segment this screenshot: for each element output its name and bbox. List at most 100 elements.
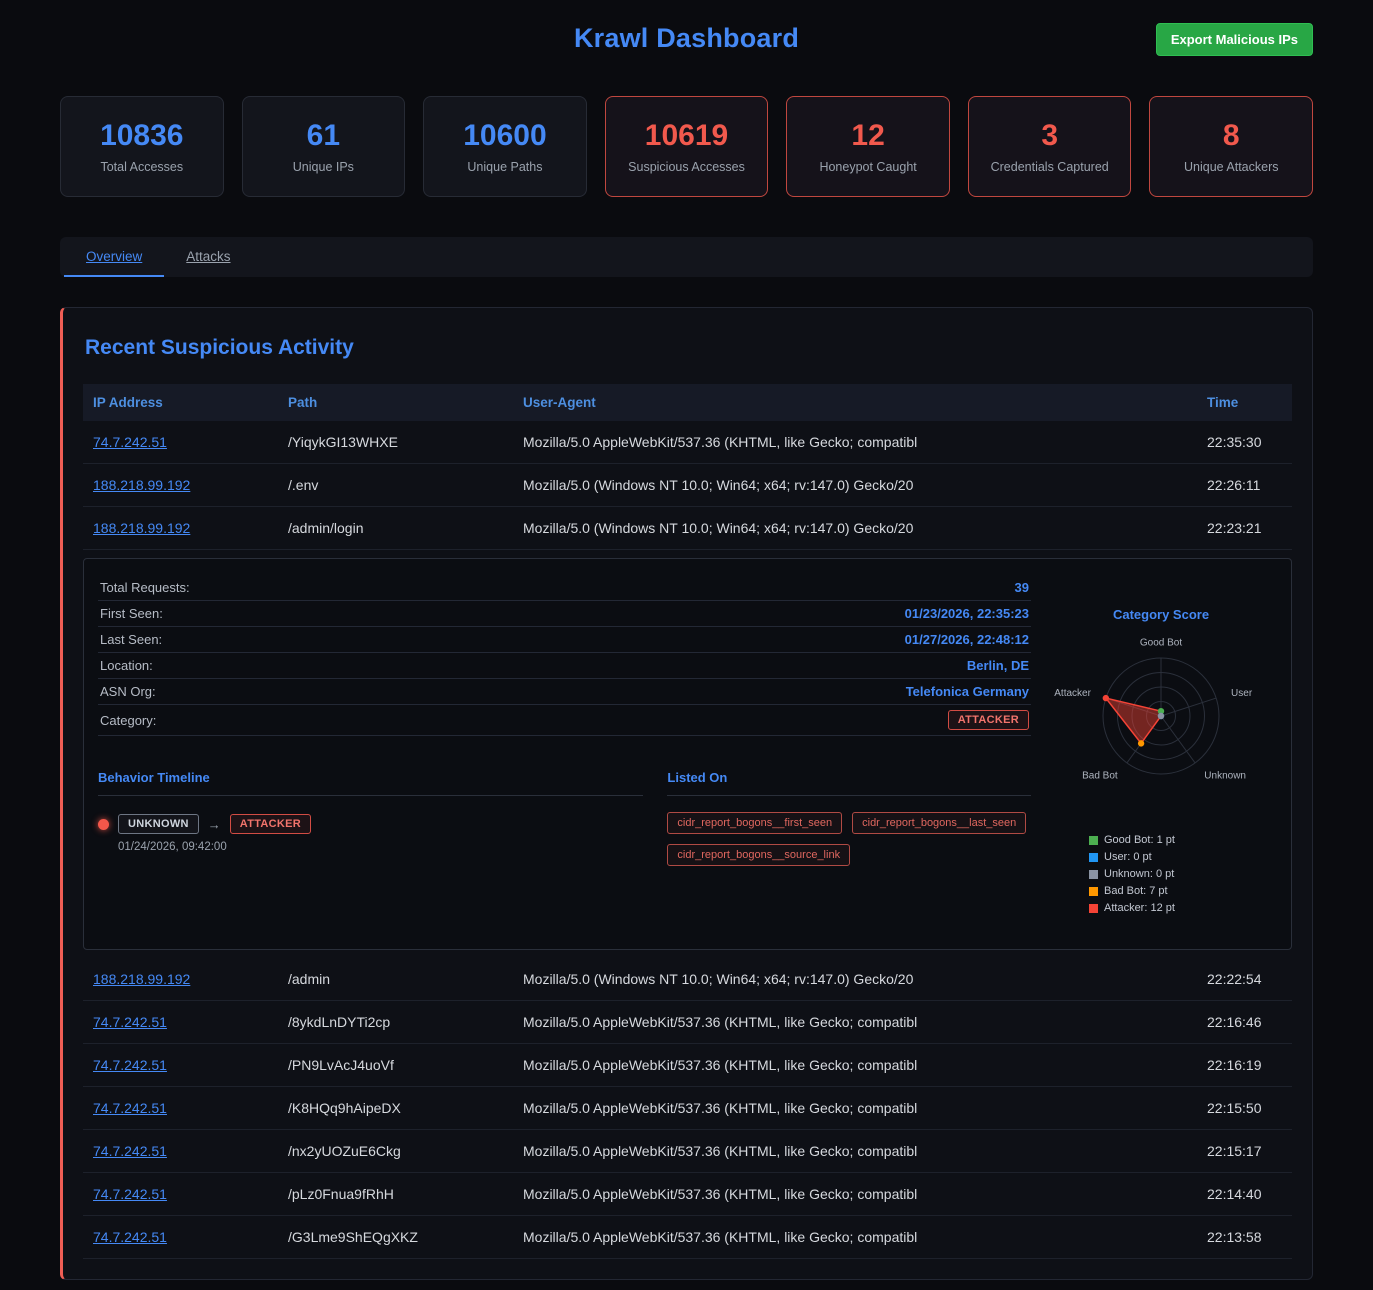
listed-on-badge: cidr_report_bogons__first_seen (667, 812, 842, 834)
export-malicious-ips-button[interactable]: Export Malicious IPs (1156, 23, 1313, 56)
tab-bar: OverviewAttacks (60, 237, 1313, 277)
detail-field-row: ASN Org:Telefonica Germany (98, 679, 1031, 705)
time-cell: 22:13:58 (1197, 1216, 1292, 1258)
time-cell: 22:23:21 (1197, 507, 1292, 549)
table-row[interactable]: 74.7.242.51/YiqykGI13WHXEMozilla/5.0 App… (83, 421, 1292, 464)
page-title: Krawl Dashboard (574, 23, 799, 54)
table-row[interactable]: 74.7.242.51/pLz0Fnua9fRhHMozilla/5.0 App… (83, 1173, 1292, 1216)
detail-field-row: Last Seen:01/27/2026, 22:48:12 (98, 627, 1031, 653)
time-cell: 22:14:40 (1197, 1173, 1292, 1215)
category-badge: ATTACKER (948, 710, 1029, 730)
time-cell: 22:15:50 (1197, 1087, 1292, 1129)
ip-cell: 74.7.242.51 (83, 1044, 278, 1086)
user-agent-cell: Mozilla/5.0 AppleWebKit/537.36 (KHTML, l… (513, 1087, 1197, 1129)
user-agent-cell: Mozilla/5.0 (Windows NT 10.0; Win64; x64… (513, 507, 1197, 549)
radar-axis-label: Bad Bot (1082, 771, 1118, 782)
path-cell: /admin (278, 958, 513, 1000)
legend-label: Good Bot: 1 pt (1104, 834, 1175, 846)
stat-card-honeypot-caught: 12Honeypot Caught (786, 96, 950, 197)
tab-overview[interactable]: Overview (64, 237, 164, 277)
radar-chart-svg: Good BotUserUnknownBad BotAttacker (1046, 624, 1276, 820)
ip-link[interactable]: 188.218.99.192 (93, 477, 190, 493)
user-agent-cell: Mozilla/5.0 (Windows NT 10.0; Win64; x64… (513, 958, 1197, 1000)
legend-item: User: 0 pt (1089, 851, 1175, 863)
radar-axis-label: User (1231, 688, 1253, 699)
stat-value: 12 (851, 119, 884, 153)
ip-link[interactable]: 74.7.242.51 (93, 1100, 167, 1116)
radar-polygon (1106, 698, 1161, 743)
field-value: Berlin, DE (967, 658, 1029, 673)
stat-value: 3 (1041, 119, 1058, 153)
table-row[interactable]: 74.7.242.51/8ykdLnDYTi2cpMozilla/5.0 App… (83, 1001, 1292, 1044)
ip-cell: 188.218.99.192 (83, 464, 278, 506)
path-cell: /admin/login (278, 507, 513, 549)
field-value: Telefonica Germany (906, 684, 1029, 699)
time-cell: 22:16:46 (1197, 1001, 1292, 1043)
stat-label: Credentials Captured (991, 160, 1109, 174)
detail-field-row: Total Requests: 39 (98, 575, 1031, 601)
ip-link[interactable]: 74.7.242.51 (93, 1057, 167, 1073)
time-cell: 22:26:11 (1197, 464, 1292, 506)
table-row[interactable]: 188.218.99.192/.envMozilla/5.0 (Windows … (83, 464, 1292, 507)
path-cell: /PN9LvAcJ4uoVf (278, 1044, 513, 1086)
field-value: 39 (1015, 580, 1029, 595)
radar-legend: Good Bot: 1 ptUser: 0 ptUnknown: 0 ptBad… (1089, 834, 1175, 914)
stat-card-unique-attackers: 8Unique Attackers (1149, 96, 1313, 197)
ip-cell: 74.7.242.51 (83, 1001, 278, 1043)
ip-link[interactable]: 74.7.242.51 (93, 434, 167, 450)
legend-swatch-icon (1089, 870, 1098, 879)
ip-link[interactable]: 74.7.242.51 (93, 1186, 167, 1202)
timeline-dot-icon (98, 819, 109, 830)
radar-point-bad-bot (1138, 740, 1144, 746)
stat-label: Unique Paths (467, 160, 542, 174)
column-header-user-agent: User-Agent (513, 384, 1197, 421)
ip-link[interactable]: 188.218.99.192 (93, 971, 190, 987)
path-cell: /K8HQq9hAipeDX (278, 1087, 513, 1129)
radar-axis-label: Unknown (1204, 771, 1246, 782)
ip-cell: 188.218.99.192 (83, 507, 278, 549)
user-agent-cell: Mozilla/5.0 AppleWebKit/537.36 (KHTML, l… (513, 1130, 1197, 1172)
listed-on-badge: cidr_report_bogons__source_link (667, 844, 850, 866)
path-cell: /.env (278, 464, 513, 506)
user-agent-cell: Mozilla/5.0 AppleWebKit/537.36 (KHTML, l… (513, 1001, 1197, 1043)
user-agent-cell: Mozilla/5.0 AppleWebKit/537.36 (KHTML, l… (513, 421, 1197, 463)
ip-link[interactable]: 74.7.242.51 (93, 1143, 167, 1159)
behavior-timeline-title: Behavior Timeline (98, 770, 643, 796)
stats-row: 10836Total Accesses61Unique IPs10600Uniq… (60, 96, 1313, 197)
ip-cell: 74.7.242.51 (83, 1087, 278, 1129)
field-label: First Seen: (100, 606, 163, 621)
listed-on-title: Listed On (667, 770, 1031, 796)
legend-swatch-icon (1089, 853, 1098, 862)
legend-label: Attacker: 12 pt (1104, 902, 1175, 914)
field-label: Category: (100, 713, 156, 728)
field-value: 01/27/2026, 22:48:12 (905, 632, 1029, 647)
ip-link[interactable]: 188.218.99.192 (93, 520, 190, 536)
ip-cell: 74.7.242.51 (83, 1130, 278, 1172)
field-label: Total Requests: (100, 580, 190, 595)
path-cell: /nx2yUOZuE6Ckg (278, 1130, 513, 1172)
table-row[interactable]: 74.7.242.51/G3Lme9ShEQgXKZMozilla/5.0 Ap… (83, 1216, 1292, 1259)
header: Krawl Dashboard Export Malicious IPs (60, 0, 1313, 76)
stat-card-unique-ips: 61Unique IPs (242, 96, 406, 197)
table-row[interactable]: 74.7.242.51/PN9LvAcJ4uoVfMozilla/5.0 App… (83, 1044, 1292, 1087)
legend-label: Unknown: 0 pt (1104, 868, 1174, 880)
ip-link[interactable]: 74.7.242.51 (93, 1229, 167, 1245)
detail-fields: Total Requests:39First Seen:01/23/2026, … (98, 575, 1031, 736)
stat-label: Total Accesses (100, 160, 183, 174)
table-header-row: IP AddressPathUser-AgentTime (83, 384, 1292, 421)
ip-cell: 74.7.242.51 (83, 1216, 278, 1258)
table-row[interactable]: 74.7.242.51/nx2yUOZuE6CkgMozilla/5.0 App… (83, 1130, 1292, 1173)
ip-link[interactable]: 74.7.242.51 (93, 1014, 167, 1030)
listed-on-section: Listed On cidr_report_bogons__first_seen… (667, 770, 1031, 866)
stat-label: Suspicious Accesses (628, 160, 745, 174)
tab-attacks[interactable]: Attacks (164, 237, 252, 277)
ip-detail-panel: Total Requests:39First Seen:01/23/2026, … (83, 558, 1292, 950)
table-row[interactable]: 74.7.242.51/K8HQq9hAipeDXMozilla/5.0 App… (83, 1087, 1292, 1130)
column-header-ip-address: IP Address (83, 384, 278, 421)
field-label: Location: (100, 658, 153, 673)
detail-bottom: Behavior Timeline UNKNOWN → ATTACKER 01/… (98, 770, 1031, 866)
stat-value: 10600 (463, 119, 546, 153)
table-row[interactable]: 188.218.99.192/adminMozilla/5.0 (Windows… (83, 958, 1292, 1001)
path-cell: /pLz0Fnua9fRhH (278, 1173, 513, 1215)
table-row[interactable]: 188.218.99.192/admin/loginMozilla/5.0 (W… (83, 507, 1292, 550)
